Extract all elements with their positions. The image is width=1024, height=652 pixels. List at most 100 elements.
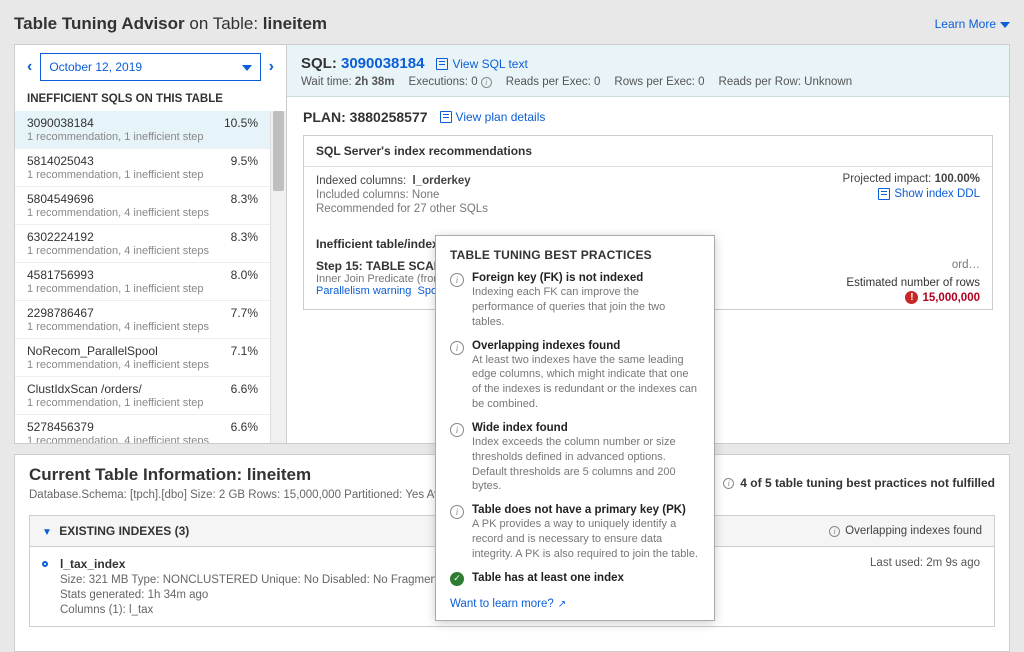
learn-more-link[interactable]: Learn More xyxy=(935,17,1010,31)
info-icon: i xyxy=(450,341,464,355)
existing-indexes-toggle[interactable]: ▼ EXISTING INDEXES (3) xyxy=(42,524,189,538)
sql-list-item[interactable]: NoRecom_ParallelSpool 7.1% 1 recommendati… xyxy=(15,339,270,377)
sql-header: SQL: 3090038184 xyxy=(301,55,424,72)
best-practices-popover: TABLE TUNING BEST PRACTICES i Foreign ke… xyxy=(435,235,715,621)
sql-summary-bar: SQL: 3090038184 View SQL text Wait time:… xyxy=(287,45,1009,97)
learn-more-label: Learn More xyxy=(935,17,996,31)
section-title-index-rec: SQL Server's index recommendations xyxy=(304,136,992,167)
sql-list-item[interactable]: 6302224192 8.3% 1 recommendation, 4 ineff… xyxy=(15,225,270,263)
sql-sub: 1 recommendation, 1 inefficient step xyxy=(27,131,258,143)
external-link-icon xyxy=(558,598,566,610)
sql-id: 3090038184 xyxy=(27,116,94,130)
sql-pct: 9.5% xyxy=(231,154,258,168)
sql-id: ClustIdxScan /orders/ xyxy=(27,382,142,396)
show-index-ddl-link[interactable]: Show index DDL xyxy=(878,188,980,200)
view-sql-text-link[interactable]: View SQL text xyxy=(436,57,527,71)
bp-summary[interactable]: i 4 of 5 table tuning best practices not… xyxy=(723,476,995,490)
popover-title: TABLE TUNING BEST PRACTICES xyxy=(450,248,700,262)
bp-item-wide: i Wide index foundIndex exceeds the colu… xyxy=(450,422,700,494)
sql-list-item[interactable]: 3090038184 10.5% 1 recommendation, 1 inef… xyxy=(15,111,270,149)
sql-sub: 1 recommendation, 4 inefficient steps xyxy=(27,359,258,371)
sql-sub: 1 recommendation, 4 inefficient steps xyxy=(27,321,258,333)
sql-id: 5814025043 xyxy=(27,154,94,168)
sql-id: 5278456379 xyxy=(27,420,94,434)
sidebar-scrollbar[interactable] xyxy=(270,111,286,443)
parallelism-warning-link[interactable]: Parallelism warning xyxy=(316,285,411,297)
sql-pct: 8.3% xyxy=(231,230,258,244)
sql-pct: 10.5% xyxy=(224,116,258,130)
document-icon xyxy=(436,58,448,70)
view-sql-label: View SQL text xyxy=(452,57,527,71)
sql-sub: 1 recommendation, 4 inefficient steps xyxy=(27,245,258,257)
bp-item-overlap: i Overlapping indexes foundAt least two … xyxy=(450,340,700,412)
reads-per-row: Reads per Row: Unknown xyxy=(719,76,853,88)
recommended-for-others: Recommended for 27 other SQLs xyxy=(316,203,980,215)
date-value: October 12, 2019 xyxy=(49,60,142,74)
title-prefix: Table Tuning Advisor xyxy=(14,14,185,33)
sql-id: 5804549696 xyxy=(27,192,94,206)
executions: Executions: 0 i xyxy=(409,76,492,88)
page-title: Table Tuning Advisor on Table: lineitem xyxy=(14,14,327,34)
date-prev-button[interactable]: ‹ xyxy=(25,58,34,76)
sql-pct: 8.3% xyxy=(231,192,258,206)
rows-per-exec: Rows per Exec: 0 xyxy=(614,76,704,88)
sql-list-item[interactable]: 4581756993 8.0% 1 recommendation, 1 ineff… xyxy=(15,263,270,301)
document-icon xyxy=(878,188,890,200)
sql-list-item[interactable]: 5804549696 8.3% 1 recommendation, 4 ineff… xyxy=(15,187,270,225)
info-icon[interactable]: i xyxy=(481,77,492,88)
info-icon: i xyxy=(450,273,464,287)
info-icon: i xyxy=(829,526,840,537)
bp-item-fk: i Foreign key (FK) is not indexedIndexin… xyxy=(450,272,700,330)
plan-icon xyxy=(440,111,452,123)
info-icon: i xyxy=(450,423,464,437)
caret-down-icon: ▼ xyxy=(42,527,52,538)
projected-impact: Projected impact: 100.00% xyxy=(843,173,980,185)
date-selector[interactable]: October 12, 2019 xyxy=(40,53,260,81)
info-icon: i xyxy=(450,505,464,519)
reads-per-exec: Reads per Exec: 0 xyxy=(506,76,601,88)
sql-pct: 8.0% xyxy=(231,268,258,282)
est-rows-label: Estimated number of rows xyxy=(846,277,980,289)
sql-pct: 7.1% xyxy=(231,344,258,358)
bp-item-pk: i Table does not have a primary key (PK)… xyxy=(450,504,700,562)
inefficient-sql-list: 3090038184 10.5% 1 recommendation, 1 inef… xyxy=(15,111,270,443)
wait-time: Wait time: 2h 38m xyxy=(301,76,395,88)
view-plan-label: View plan details xyxy=(456,110,546,124)
sql-prefix: SQL: xyxy=(301,55,341,72)
sql-sub: 1 recommendation, 1 inefficient step xyxy=(27,169,258,181)
sql-list-item[interactable]: 5278456379 6.6% 1 recommendation, 4 ineff… xyxy=(15,415,270,443)
plan-label: PLAN: 3880258577 xyxy=(303,109,428,125)
sql-id: 2298786467 xyxy=(27,306,94,320)
bp-item-ok: ✓ Table has at least one index xyxy=(450,572,700,586)
alert-icon: ! xyxy=(905,291,918,304)
sql-list-item[interactable]: ClustIdxScan /orders/6.6% 1 recommendati… xyxy=(15,377,270,415)
bullet-icon xyxy=(42,561,48,567)
chevron-down-icon xyxy=(242,60,252,74)
title-mid: on Table: xyxy=(185,14,263,33)
sql-sub: 1 recommendation, 4 inefficient steps xyxy=(27,207,258,219)
sql-sub: 1 recommendation, 1 inefficient step xyxy=(27,397,258,409)
want-to-learn-more-link[interactable]: Want to learn more? xyxy=(450,598,566,610)
index-last-used: Last used: 2m 9s ago xyxy=(870,557,980,569)
sql-sub: 1 recommendation, 1 inefficient step xyxy=(27,283,258,295)
date-next-button[interactable]: › xyxy=(267,58,276,76)
sql-sidebar: ‹ October 12, 2019 › INEFFICIENT SQLS ON… xyxy=(15,45,287,443)
sql-sub: 1 recommendation, 4 inefficient steps xyxy=(27,435,258,443)
view-plan-details-link[interactable]: View plan details xyxy=(440,110,546,124)
check-icon: ✓ xyxy=(450,572,464,586)
sidebar-heading: INEFFICIENT SQLS ON THIS TABLE xyxy=(15,93,286,111)
sql-list-item[interactable]: 2298786467 7.7% 1 recommendation, 4 ineff… xyxy=(15,301,270,339)
truncated-cols: ord… xyxy=(846,259,980,271)
sql-id-value: 3090038184 xyxy=(341,55,424,72)
chevron-down-icon xyxy=(1000,17,1010,31)
sql-id: NoRecom_ParallelSpool xyxy=(27,344,158,358)
info-icon: i xyxy=(723,478,734,489)
est-rows-value: ! 15,000,000 xyxy=(905,291,980,304)
scrollbar-thumb[interactable] xyxy=(273,111,284,191)
sql-id: 6302224192 xyxy=(27,230,94,244)
sql-pct: 6.6% xyxy=(231,420,258,434)
sql-pct: 7.7% xyxy=(231,306,258,320)
sql-id: 4581756993 xyxy=(27,268,94,282)
sql-list-item[interactable]: 5814025043 9.5% 1 recommendation, 1 ineff… xyxy=(15,149,270,187)
overlap-indexes-msg[interactable]: i Overlapping indexes found xyxy=(829,525,982,537)
